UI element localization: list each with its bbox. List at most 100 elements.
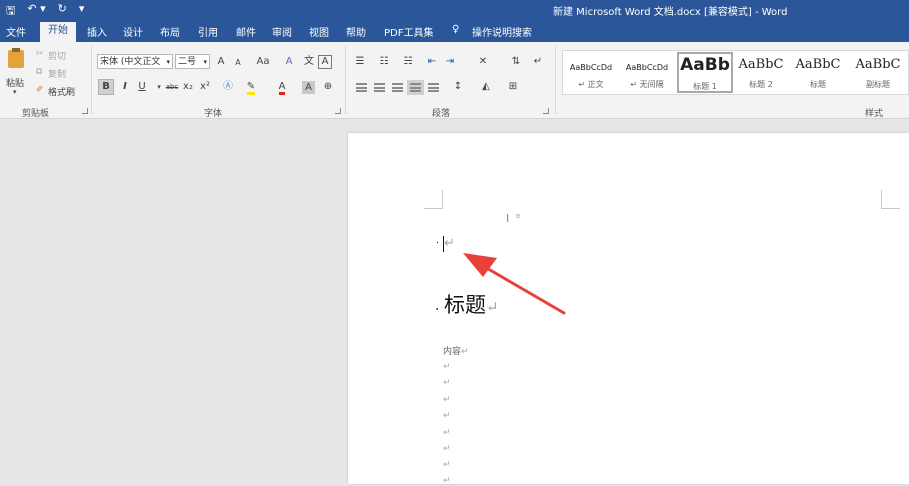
group-divider [555, 46, 556, 114]
style-label: 标题 2 [749, 80, 773, 89]
grow-font-button[interactable]: A [213, 54, 229, 70]
font-size-dropdown-icon: ▾ [203, 58, 207, 66]
style-preview: AaBbC [738, 57, 784, 72]
group-divider [91, 46, 92, 114]
style-preview: AaBbC [855, 57, 901, 72]
undo-icon[interactable]: ↶ ▾ [27, 2, 45, 21]
paste-icon[interactable] [8, 50, 24, 68]
font-size-box[interactable]: 二号 ▾ [175, 54, 210, 69]
font-size-value: 二号 [178, 57, 197, 67]
paragraph-mark: ↵ [443, 411, 451, 421]
paragraph-mark: ↵ [443, 444, 451, 454]
align-left-icon[interactable] [356, 83, 367, 92]
line-spacing-icon[interactable]: ↕ [450, 79, 466, 95]
font-color-button[interactable]: A [274, 79, 290, 95]
title-bar: 🖫 ↶ ▾ ↻ ▾ 新建 Microsoft Word 文档.docx [兼容模… [0, 0, 909, 20]
tab-help[interactable]: 帮助 [346, 24, 366, 39]
superscript-button[interactable]: x² [197, 79, 213, 95]
style-preview: AaBbCcDd [569, 63, 613, 72]
sort-icon[interactable]: ⇅ [508, 54, 524, 70]
style-heading-2[interactable]: AaBbC 标题 2 [733, 51, 789, 94]
ibeam-cursor-icon: Ⅰ [506, 212, 510, 225]
font-name-dropdown-icon: ▾ [166, 58, 170, 66]
asian-layout-icon[interactable]: ✕ [475, 54, 491, 70]
tell-me-search[interactable]: 操作说明搜索 [472, 24, 532, 39]
italic-button[interactable]: I [117, 79, 133, 95]
tab-design[interactable]: 设计 [123, 24, 143, 39]
list-bullet-dot: · [436, 238, 440, 249]
clipboard-clip-icon [12, 48, 20, 52]
text-effects-button[interactable]: Ⓐ [220, 79, 236, 95]
font-launcher-icon[interactable] [335, 108, 341, 114]
copy-button[interactable]: 复制 [48, 67, 66, 80]
enclose-characters-icon[interactable]: ⊕ [320, 79, 336, 95]
paragraph-mark: ↵ [443, 395, 451, 405]
highlight-button[interactable]: ✎ [243, 79, 259, 95]
style-no-spacing[interactable]: AaBbCcDd ↵ 无间隔 [619, 51, 675, 94]
font-color-value: A [278, 81, 286, 95]
show-marks-icon[interactable]: ↵ [530, 54, 546, 70]
save-icon[interactable]: 🖫 [6, 2, 15, 21]
paragraph-launcher-icon[interactable] [543, 108, 549, 114]
crop-mark [881, 190, 900, 209]
cut-icon: ✂ [36, 49, 44, 59]
tab-file[interactable]: 文件 [6, 24, 26, 39]
increase-indent-icon[interactable]: ⇥ [442, 54, 458, 70]
paragraph-mark: ↵ [443, 378, 451, 388]
body-text: 内容 [443, 347, 462, 357]
font-name-value: 宋体 (中文正文 [100, 57, 161, 67]
copy-icon: ⧉ [36, 67, 43, 77]
clear-format-button[interactable]: A [281, 54, 297, 70]
lightbulb-icon[interactable]: ♀ [452, 24, 459, 35]
multilevel-list-icon[interactable]: ☵ [400, 54, 416, 70]
phonetic-guide-icon[interactable]: 文 [301, 54, 317, 70]
subscript-button[interactable]: x₂ [180, 79, 196, 95]
tab-mailings[interactable]: 邮件 [236, 24, 256, 39]
styles-gallery: AaBbCcDd ↵ 正文 AaBbCcDd ↵ 无间隔 AaBb 标题 1 A… [562, 50, 909, 95]
style-preview: AaBb [680, 55, 730, 75]
underline-button[interactable]: U [134, 79, 150, 95]
style-normal[interactable]: AaBbCcDd ↵ 正文 [563, 51, 619, 94]
font-name-box[interactable]: 宋体 (中文正文 ▾ [97, 54, 173, 69]
format-painter-button[interactable]: 格式刷 [48, 85, 75, 98]
tab-pdf-tools[interactable]: PDF工具集 [384, 24, 433, 39]
tab-review[interactable]: 审阅 [272, 24, 292, 39]
arrow-shaft [476, 261, 566, 315]
change-case-button[interactable]: Aa [251, 54, 275, 70]
tab-home[interactable]: 开始 [40, 22, 76, 42]
style-subtitle[interactable]: AaBbC 副标题 [847, 51, 909, 94]
paragraph-mark: ↵ [443, 362, 451, 372]
style-preview: AaBbC [795, 57, 841, 72]
paragraph-mark: ↵ [443, 428, 451, 438]
numbering-icon[interactable]: ☷ [376, 54, 392, 70]
tab-layout[interactable]: 布局 [160, 24, 180, 39]
paste-dropdown-icon[interactable]: ▾ [13, 88, 17, 96]
strikethrough-button[interactable]: abc [164, 79, 180, 95]
tab-insert[interactable]: 插入 [87, 24, 107, 39]
bold-button[interactable]: B [98, 79, 114, 95]
distributed-icon[interactable] [428, 83, 439, 92]
borders-icon[interactable]: ⊞ [505, 79, 521, 95]
ribbon-tabs: 文件 开始 插入 设计 布局 引用 邮件 审阅 视图 帮助 PDF工具集 ♀ 操… [0, 20, 909, 42]
tab-references[interactable]: 引用 [198, 24, 218, 39]
cut-button[interactable]: 剪切 [48, 49, 66, 62]
decrease-indent-icon[interactable]: ⇤ [424, 54, 440, 70]
style-heading-1[interactable]: AaBb 标题 1 [677, 52, 733, 93]
tab-view[interactable]: 视图 [309, 24, 329, 39]
style-title[interactable]: AaBbC 标题 [789, 51, 847, 94]
bullets-icon[interactable]: ☰ [352, 54, 368, 70]
shrink-font-button[interactable]: A [230, 55, 246, 71]
justify-icon[interactable] [407, 80, 424, 95]
document-body-line[interactable]: 内容↵ [443, 344, 469, 357]
align-center-icon[interactable] [374, 83, 385, 92]
paragraph-mark: ↵ [461, 347, 469, 357]
window-title: 新建 Microsoft Word 文档.docx [兼容模式] - Word [553, 7, 788, 18]
character-shading-button[interactable]: A [302, 81, 315, 94]
redo-icon[interactable]: ↻ [58, 2, 67, 21]
shading-icon[interactable]: ◭ [478, 79, 494, 95]
clipboard-launcher-icon[interactable] [82, 108, 88, 114]
customize-qat-icon[interactable]: ▾ [79, 2, 85, 21]
character-border-icon[interactable]: A [318, 55, 332, 69]
align-right-icon[interactable] [392, 83, 403, 92]
document-page[interactable] [348, 133, 909, 484]
